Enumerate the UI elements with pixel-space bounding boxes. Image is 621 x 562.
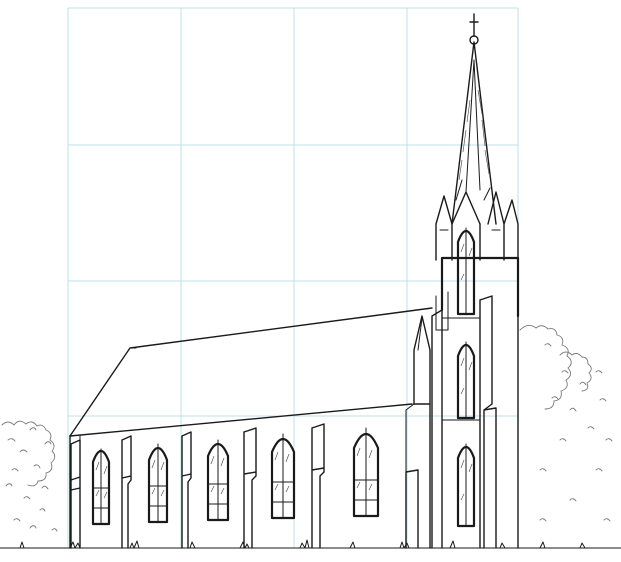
window-1 [91,448,111,526]
tower-window-top [456,227,476,316]
tower-window-bottom [456,443,476,528]
nave-windows [91,427,380,526]
church-drawing [0,7,621,549]
window-2 [147,443,169,524]
left-bush [1,420,58,532]
tower-window-middle [456,341,476,420]
window-3 [206,439,230,522]
drawing-canvas [0,0,621,562]
window-5 [352,427,380,518]
nave-roof [69,307,433,437]
right-bush [519,325,613,522]
ground-grass [0,539,621,549]
window-4 [270,433,296,520]
